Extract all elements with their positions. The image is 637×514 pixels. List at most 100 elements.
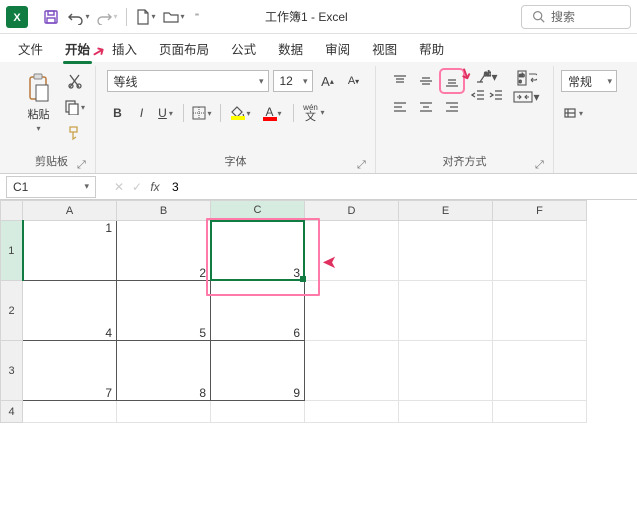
tab-page-layout[interactable]: 页面布局 <box>149 35 219 62</box>
cell-a4[interactable] <box>23 401 117 423</box>
formula-input[interactable] <box>164 176 637 198</box>
cell-e3[interactable] <box>399 341 493 401</box>
font-group-label: 字体 <box>225 153 247 169</box>
clipboard-launcher-icon[interactable]: ⤢ <box>77 159 89 171</box>
new-file-icon[interactable]: ▾ <box>133 4 159 30</box>
search-input[interactable]: 搜索 <box>521 5 631 29</box>
number-format-select[interactable]: 常规 <box>561 70 617 92</box>
cancel-formula-icon[interactable]: ✕ <box>110 180 128 194</box>
alignment-group-label: 对齐方式 <box>443 153 487 169</box>
cell-f2[interactable] <box>493 281 587 341</box>
align-center-icon[interactable] <box>415 96 437 118</box>
align-top-icon[interactable] <box>389 70 411 92</box>
cell-f4[interactable] <box>493 401 587 423</box>
decrease-font-icon[interactable]: A▾ <box>343 70 365 92</box>
enter-formula-icon[interactable]: ✓ <box>128 180 146 194</box>
name-box[interactable]: C1 ▾ <box>6 176 96 198</box>
cell-e2[interactable] <box>399 281 493 341</box>
cut-icon[interactable] <box>64 70 86 92</box>
cell-e1[interactable] <box>399 221 493 281</box>
font-name-select[interactable]: 等线 <box>107 70 269 92</box>
svg-text:ab: ab <box>484 71 491 78</box>
paste-button[interactable]: 粘贴 ▾ <box>18 70 60 135</box>
cell-c2[interactable]: 6 <box>211 281 305 341</box>
window-title: 工作簿1 - Excel <box>265 8 348 25</box>
underline-button[interactable]: U▾ <box>155 102 177 124</box>
worksheet[interactable]: A B C D E F 1 1 2 3 2 4 5 6 3 7 <box>0 200 637 514</box>
cell-c3[interactable]: 9 <box>211 341 305 401</box>
tab-view[interactable]: 视图 <box>362 35 407 62</box>
col-header-c[interactable]: C <box>211 201 305 221</box>
font-color-button[interactable]: A▾ <box>259 102 281 124</box>
italic-button[interactable]: I <box>131 102 153 124</box>
group-clipboard: 粘贴 ▾ ▾ 剪贴板 ⤢ <box>8 66 96 173</box>
qat-more-icon[interactable]: ⁼ <box>189 4 205 30</box>
row-header-1[interactable]: 1 <box>1 221 23 281</box>
cell-b4[interactable] <box>117 401 211 423</box>
alignment-launcher-icon[interactable]: ⤢ <box>535 159 547 171</box>
paste-label: 粘贴 <box>28 106 50 122</box>
col-header-a[interactable]: A <box>23 201 117 221</box>
cell-b1[interactable]: 2 <box>117 221 211 281</box>
insert-function-icon[interactable]: fx <box>146 180 164 194</box>
borders-button[interactable]: ▾ <box>190 102 214 124</box>
cell-a2[interactable]: 4 <box>23 281 117 341</box>
redo-icon[interactable]: ▾ <box>94 4 120 30</box>
col-header-f[interactable]: F <box>493 201 587 221</box>
fill-color-button[interactable]: ▾ <box>227 102 249 124</box>
cell-c1[interactable]: 3 <box>211 221 305 281</box>
quick-access-toolbar: ▾ ▾ ▾ ▾ ⁼ <box>38 4 205 30</box>
cell-c4[interactable] <box>211 401 305 423</box>
tab-file[interactable]: 文件 <box>8 35 53 62</box>
align-left-icon[interactable] <box>389 96 411 118</box>
cell-f1[interactable] <box>493 221 587 281</box>
phonetic-guide-button[interactable]: wén文▾ <box>300 102 322 124</box>
tab-formulas[interactable]: 公式 <box>221 35 266 62</box>
cell-d4[interactable] <box>305 401 399 423</box>
merge-center-button[interactable]: ▾ <box>513 90 541 104</box>
col-header-d[interactable]: D <box>305 201 399 221</box>
align-middle-icon[interactable] <box>415 70 437 92</box>
wrap-text-button[interactable]: abc <box>513 70 541 86</box>
undo-icon[interactable]: ▾ <box>66 4 92 30</box>
cell-b3[interactable]: 8 <box>117 341 211 401</box>
cell-a1[interactable]: 1 <box>23 221 117 281</box>
increase-font-icon[interactable]: A▴ <box>317 70 339 92</box>
search-placeholder: 搜索 <box>551 8 575 25</box>
accounting-format-button[interactable]: ▾ <box>561 102 585 124</box>
cell-f3[interactable] <box>493 341 587 401</box>
bold-button[interactable]: B <box>107 102 129 124</box>
formula-bar: C1 ▾ ✕ ✓ fx <box>0 174 637 200</box>
separator <box>126 8 127 26</box>
row-header-3[interactable]: 3 <box>1 341 23 401</box>
col-header-b[interactable]: B <box>117 201 211 221</box>
cell-d3[interactable] <box>305 341 399 401</box>
open-folder-icon[interactable]: ▾ <box>161 4 187 30</box>
cell-d2[interactable] <box>305 281 399 341</box>
tab-help[interactable]: 帮助 <box>409 35 454 62</box>
tab-review[interactable]: 审阅 <box>315 35 360 62</box>
font-size-select[interactable]: 12 <box>273 70 313 92</box>
cell-d1[interactable] <box>305 221 399 281</box>
increase-indent-icon[interactable] <box>489 88 503 102</box>
save-icon[interactable] <box>38 4 64 30</box>
format-painter-icon[interactable] <box>64 122 86 144</box>
svg-text:X: X <box>13 12 21 24</box>
row-header-2[interactable]: 2 <box>1 281 23 341</box>
tab-data[interactable]: 数据 <box>268 35 313 62</box>
chevron-down-icon: ▾ <box>84 181 89 192</box>
annotation-arrow-cell-icon: ➤ <box>322 252 337 273</box>
excel-logo-icon: X <box>6 6 28 28</box>
col-header-e[interactable]: E <box>399 201 493 221</box>
cell-a3[interactable]: 7 <box>23 341 117 401</box>
font-launcher-icon[interactable]: ⤢ <box>357 159 369 171</box>
row-header-4[interactable]: 4 <box>1 401 23 423</box>
title-bar: X ▾ ▾ ▾ ▾ ⁼ 工作簿1 - Excel 搜索 <box>0 0 637 34</box>
align-right-icon[interactable] <box>441 96 463 118</box>
copy-icon[interactable]: ▾ <box>64 96 86 118</box>
cell-b2[interactable]: 5 <box>117 281 211 341</box>
cell-e4[interactable] <box>399 401 493 423</box>
select-all-corner[interactable] <box>1 201 23 221</box>
svg-text:c: c <box>519 79 522 85</box>
decrease-indent-icon[interactable] <box>471 88 485 102</box>
